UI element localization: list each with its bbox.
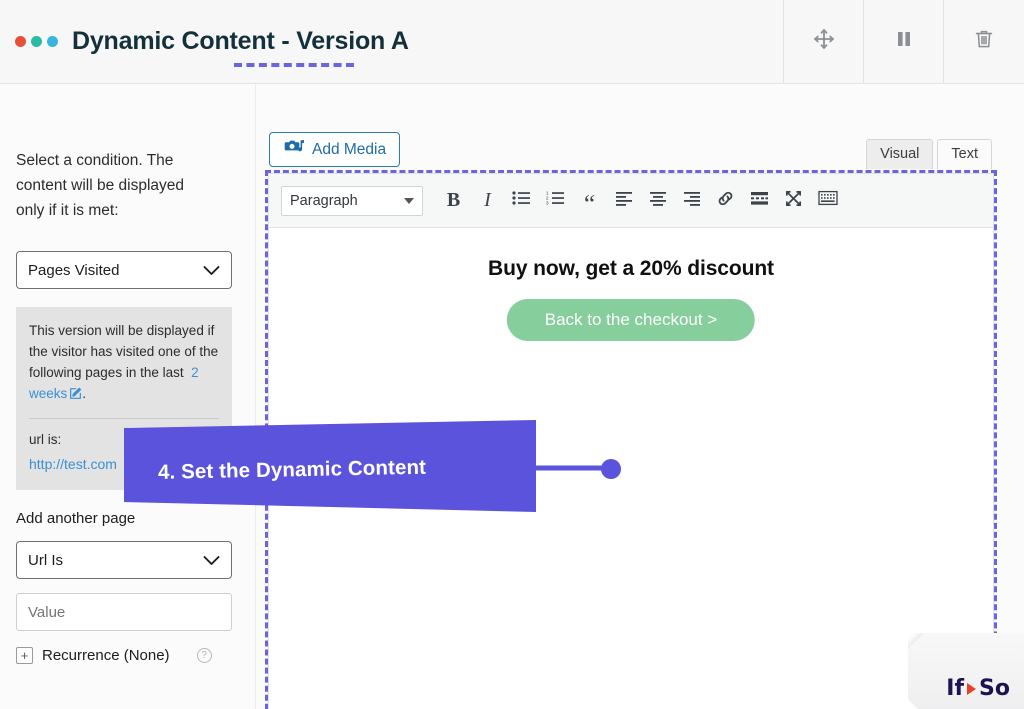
read-more-icon <box>750 191 769 211</box>
rule-type-select[interactable]: Url Is <box>16 541 232 579</box>
condition-description-box: This version will be displayed if the vi… <box>16 307 232 490</box>
sidebar-intro-text: Select a condition. The content will be … <box>16 152 185 219</box>
fullscreen-button[interactable] <box>778 185 809 216</box>
version-header-bar: Dynamic Content - Version A <box>0 0 1024 84</box>
align-left-button[interactable] <box>608 185 639 216</box>
header-left-section: Dynamic Content - Version A <box>0 0 784 83</box>
url-rule-value: http://test.com <box>29 454 219 475</box>
logo-if-text: If <box>946 676 965 701</box>
info-divider <box>29 418 219 419</box>
condition-type-value: Pages Visited <box>28 261 120 279</box>
editor-toolbar: Paragraph B I 1 2 3 “ <box>269 174 993 228</box>
red-dot <box>15 36 26 47</box>
delete-version-button[interactable] <box>944 0 1024 83</box>
page-title: Dynamic Content - Version A <box>72 27 409 55</box>
move-icon <box>812 27 836 56</box>
rule-type-value: Url Is <box>28 551 63 569</box>
toolbar-toggle-button[interactable] <box>812 185 843 216</box>
pause-icon <box>893 28 915 55</box>
app-root: Dynamic Content - Version A Select a con… <box>0 0 1024 709</box>
content-editor-zone: Add Media Visual Text Paragraph B I 1 2 … <box>256 84 1024 709</box>
numbered-list-icon: 1 2 3 <box>546 190 565 211</box>
add-another-page-label[interactable]: Add another page <box>16 510 239 527</box>
bold-button[interactable]: B <box>438 185 469 216</box>
add-media-button[interactable]: Add Media <box>269 132 401 167</box>
insert-link-button[interactable] <box>710 185 741 216</box>
read-more-button[interactable] <box>744 185 775 216</box>
blockquote-button[interactable]: “ <box>574 185 605 217</box>
logo-arrow-icon <box>967 682 977 695</box>
checkout-cta-button[interactable]: Back to the checkout > <box>506 299 756 341</box>
move-version-button[interactable] <box>784 0 864 83</box>
align-left-icon <box>615 191 633 211</box>
url-rule-label: url is: <box>29 432 62 447</box>
svg-text:3: 3 <box>546 201 549 206</box>
edit-pencil-icon[interactable] <box>69 385 82 406</box>
keyboard-toolbar-icon <box>817 190 838 211</box>
align-right-button[interactable] <box>676 185 707 216</box>
numbered-list-button[interactable]: 1 2 3 <box>540 185 571 216</box>
logo-so-text: So <box>979 676 1010 701</box>
bulleted-list-button[interactable] <box>506 185 537 216</box>
pause-version-button[interactable] <box>864 0 944 83</box>
recurrence-label: Recurrence (None) <box>42 647 170 664</box>
promo-heading: Buy now, get a 20% discount <box>488 257 774 280</box>
trash-icon <box>972 27 996 56</box>
description-period: . <box>82 386 87 401</box>
tab-visual[interactable]: Visual <box>866 139 934 169</box>
format-select[interactable]: Paragraph <box>281 185 423 216</box>
chevron-down-icon <box>203 265 220 276</box>
fullscreen-icon <box>784 189 803 213</box>
align-center-button[interactable] <box>642 185 673 216</box>
link-icon <box>716 189 735 213</box>
editor-mode-tabs: Visual Text <box>866 139 992 169</box>
value-input-placeholder: Value <box>28 603 66 621</box>
add-media-label: Add Media <box>312 140 387 158</box>
status-dots <box>15 36 58 47</box>
chevron-down-icon <box>203 555 220 566</box>
recurrence-row: + Recurrence (None) ? <box>16 647 239 664</box>
chevron-down-icon <box>404 197 414 204</box>
bullet-list-icon <box>512 190 531 211</box>
condition-sidebar: Select a condition. The content will be … <box>0 84 256 709</box>
wysiwyg-editor: Paragraph B I 1 2 3 “ Buy now, get a 20%… <box>268 173 994 709</box>
blue-dot <box>47 36 58 47</box>
value-input[interactable]: Value <box>16 593 232 631</box>
title-underline-highlight <box>234 63 354 67</box>
condition-type-select[interactable]: Pages Visited <box>16 251 232 289</box>
format-select-value: Paragraph <box>290 192 358 209</box>
italic-button[interactable]: I <box>472 185 503 216</box>
align-center-icon <box>649 191 667 211</box>
expand-recurrence-button[interactable]: + <box>16 647 33 664</box>
camera-media-icon <box>283 137 305 162</box>
editor-content-canvas[interactable]: Buy now, get a 20% discount Back to the … <box>269 228 993 709</box>
help-icon[interactable]: ? <box>196 648 212 663</box>
url-link[interactable]: http://test.com <box>29 456 117 472</box>
tab-text[interactable]: Text <box>937 139 992 169</box>
align-right-icon <box>683 191 701 211</box>
teal-dot <box>31 36 42 47</box>
ifso-logo: If So <box>946 676 1010 701</box>
